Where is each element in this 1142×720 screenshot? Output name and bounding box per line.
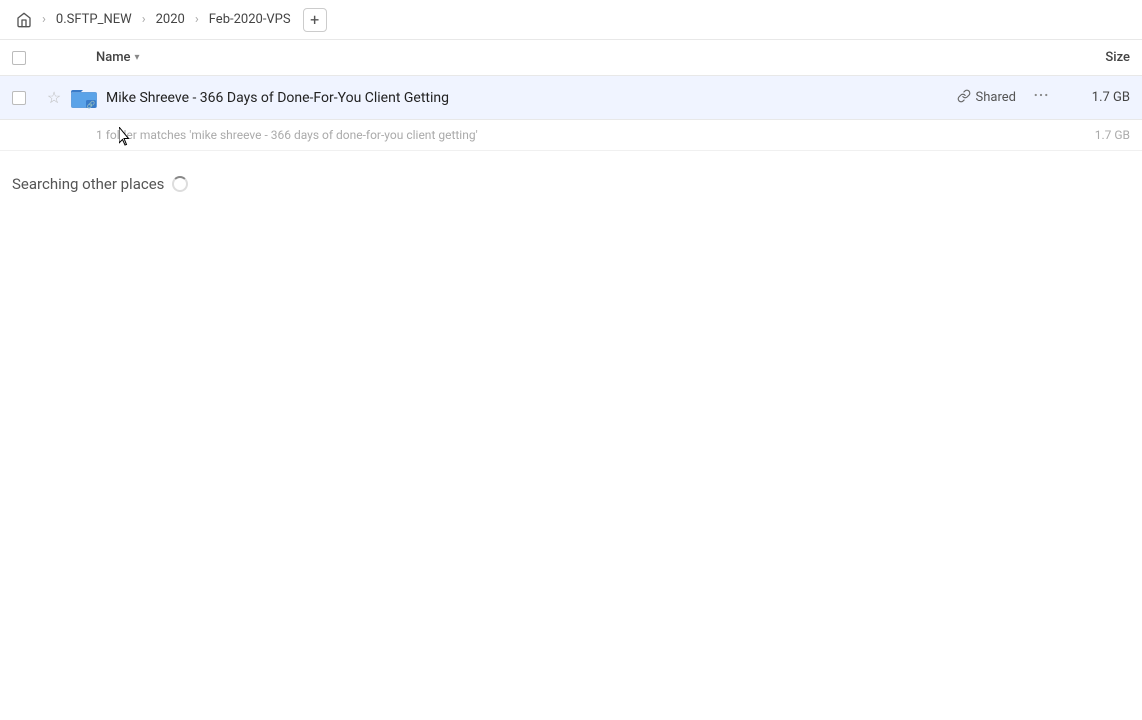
breadcrumb: › 0.SFTP_NEW › 2020 › Feb-2020-VPS + <box>0 0 1142 40</box>
select-all-checkbox-col <box>12 51 40 65</box>
match-size: 1.7 GB <box>1095 128 1130 142</box>
sep-1: › <box>42 12 46 27</box>
add-breadcrumb-button[interactable]: + <box>303 8 327 32</box>
table-row[interactable]: ☆ 🔗 Mike Shreeve - 366 Days of Done-For-… <box>0 76 1142 120</box>
match-text: 1 folder matches 'mike shreeve - 366 day… <box>96 128 478 142</box>
size-column-header[interactable]: Size <box>1050 50 1130 65</box>
match-info-row: 1 folder matches 'mike shreeve - 366 day… <box>0 120 1142 151</box>
more-options-button[interactable] <box>1028 86 1054 109</box>
breadcrumb-item-2020[interactable]: 2020 <box>152 10 189 29</box>
searching-section: Searching other places <box>0 151 1142 205</box>
breadcrumb-item-feb[interactable]: Feb-2020-VPS <box>205 10 295 29</box>
searching-label: Searching other places <box>12 175 164 193</box>
select-all-checkbox[interactable] <box>12 51 26 65</box>
folder-icon: 🔗 <box>68 86 100 110</box>
file-size: 1.7 GB <box>1070 90 1130 105</box>
name-column-header[interactable]: Name ▾ <box>96 50 1050 65</box>
chevron-down-icon: ▾ <box>135 52 140 63</box>
shared-indicator: Shared <box>957 89 1016 107</box>
shared-label: Shared <box>976 90 1016 105</box>
home-button[interactable] <box>12 10 36 30</box>
sep-3: › <box>195 12 199 27</box>
row-select-checkbox[interactable] <box>12 91 26 105</box>
star-icon: ☆ <box>47 88 61 107</box>
file-name: Mike Shreeve - 366 Days of Done-For-You … <box>106 90 957 106</box>
link-icon <box>957 89 971 107</box>
star-button[interactable]: ☆ <box>40 88 68 107</box>
breadcrumb-item-sftp[interactable]: 0.SFTP_NEW <box>52 10 136 29</box>
row-checkbox-col <box>12 91 40 105</box>
name-header-label: Name <box>96 50 131 65</box>
column-headers: Name ▾ Size <box>0 40 1142 76</box>
sep-2: › <box>142 12 146 27</box>
loading-spinner <box>172 176 188 192</box>
svg-text:🔗: 🔗 <box>87 100 96 109</box>
